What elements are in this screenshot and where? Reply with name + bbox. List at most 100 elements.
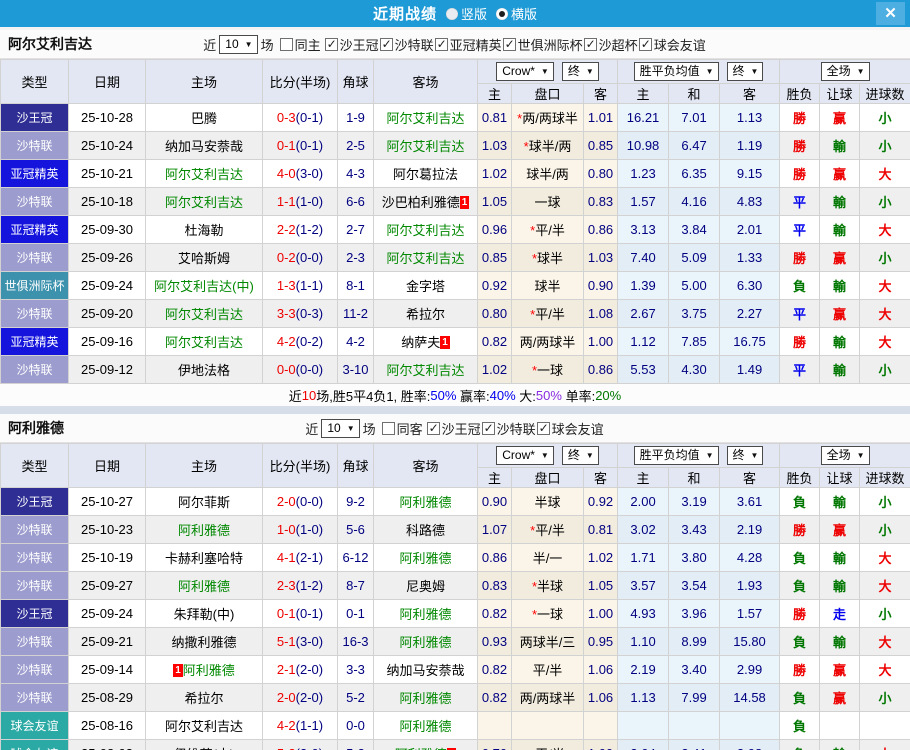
sub-column-header: 和 (668, 83, 721, 104)
competition-checkbox[interactable]: 沙王冠 (426, 419, 481, 438)
odds-company-select[interactable]: Crow* ▼ (496, 446, 554, 465)
same-venue-checkbox[interactable]: 同客 (381, 419, 423, 438)
chevron-down-icon: ▼ (244, 39, 253, 49)
result-goals-cell: 小 (859, 355, 910, 384)
competition-checkbox[interactable]: 世俱洲际杯 (502, 35, 583, 54)
sections-container: 阿尔艾利吉达近10▼场同主沙王冠沙特联亚冠精英世俱洲际杯沙超杯球会友谊类型日期主… (0, 30, 910, 750)
avg-home-cell: 3.04 (617, 739, 670, 750)
table-row: 沙特联 25-09-26 艾哈斯姆 0-2(0-0) 2-3 阿尔艾利吉达 0.85 *球半 1… (0, 243, 910, 272)
matches-count-select[interactable]: 10 ▼ (321, 418, 360, 438)
handicap-cell: 两/两球半 (511, 327, 584, 356)
halftime-score: (0-2) (295, 334, 324, 349)
odds-time-select[interactable]: 终 ▼ (561, 446, 599, 465)
dropdown-group: Crow* ▼ 终 ▼ (479, 446, 617, 465)
handicap-cell: *平/半 (511, 739, 584, 750)
column-header: 比分(半场) (262, 59, 338, 104)
competition-checkbox[interactable]: 沙特联 (379, 35, 434, 54)
same-venue-checkbox[interactable]: 同主 (279, 35, 321, 54)
away-team-cell: 阿利雅德 (373, 627, 478, 656)
competition-checkbox-label: 沙超杯 (598, 37, 638, 53)
odds-away-cell: 1.08 (582, 299, 619, 328)
type-badge: 沙特联 (0, 543, 69, 572)
avg-home-cell: 3.02 (617, 515, 670, 544)
halftime-score: (0-1) (295, 138, 324, 153)
layout-radio-horizontal[interactable]: 横版 (496, 4, 537, 23)
score-cell: 2-0(2-0) (262, 683, 338, 712)
halftime-score: (0-0) (295, 250, 324, 265)
odds-home-cell (477, 711, 512, 740)
corner-cell: 2-5 (337, 131, 374, 160)
home-team-name: 阿利雅德 (177, 523, 230, 538)
team-section: 阿尔艾利吉达近10▼场同主沙王冠沙特联亚冠精英世俱洲际杯沙超杯球会友谊类型日期主… (0, 30, 910, 406)
date-cell: 25-09-26 (68, 243, 146, 272)
home-team-name: 阿尔艾利吉达 (164, 167, 243, 182)
competition-checkbox[interactable]: 球会友谊 (638, 35, 706, 54)
avg-type-select[interactable]: 胜平负均值 ▼ (633, 62, 719, 81)
odds-away-cell: 0.90 (582, 271, 619, 300)
result-handicap-cell: 赢 (819, 515, 861, 544)
avg-draw-cell: 5.09 (668, 243, 721, 272)
odds-home-cell: 0.82 (477, 655, 512, 684)
avg-time-select[interactable]: 终 ▼ (726, 62, 764, 81)
checkbox-icon (279, 37, 293, 51)
table-row: 亚冠精英 25-09-30 杜海勒 2-2(1-2) 2-7 阿尔艾利吉达 0.96 *平/半… (0, 215, 910, 244)
fulltime-score: 2-2 (276, 222, 296, 237)
fulltime-score: 4-1 (276, 550, 296, 565)
fulltime-score: 3-3 (276, 306, 296, 321)
score-cell: 5-1(3-0) (262, 627, 338, 656)
score-cell: 3-3(0-3) (262, 299, 338, 328)
live-odds-star: * (531, 607, 538, 622)
away-team-name: 金字塔 (405, 279, 445, 294)
competition-checkbox[interactable]: 沙特联 (481, 419, 536, 438)
competition-checkbox-label: 球会友谊 (653, 37, 706, 53)
score-cell: 0-2(0-0) (262, 243, 338, 272)
odds-home-cell: 0.81 (477, 103, 512, 132)
away-team-cell: 金字塔 (373, 271, 478, 300)
scope-select[interactable]: 全场 ▼ (820, 446, 870, 465)
corner-cell: 3-10 (337, 355, 374, 384)
competition-checkbox-label: 沙王冠 (441, 421, 481, 437)
avg-away-cell: 3.61 (719, 487, 781, 516)
type-badge: 亚冠精英 (0, 159, 69, 188)
away-team-name: 阿尔艾利吉达 (386, 251, 465, 266)
corner-cell: 6-6 (337, 187, 374, 216)
odds-time-select[interactable]: 终 ▼ (561, 62, 599, 81)
competition-checkbox[interactable]: 球会友谊 (536, 419, 604, 438)
checkbox-icon (502, 37, 516, 52)
result-wdl-cell: 平 (779, 215, 821, 244)
away-team-cell: 沙巴柏利雅德 1 (373, 187, 478, 216)
odds-company-select[interactable]: Crow* ▼ (496, 62, 554, 81)
date-cell: 25-10-19 (68, 543, 146, 572)
handicap-cell: *平/半 (511, 299, 584, 328)
home-team-name: 杜海勒 (184, 223, 224, 238)
team-name: 阿尔艾利吉达 (8, 36, 92, 52)
odds-home-cell: 1.05 (477, 187, 512, 216)
layout-radio-vertical[interactable]: 竖版 (445, 4, 487, 23)
scope-select[interactable]: 全场 ▼ (820, 62, 870, 81)
halftime-score: (1-2) (295, 578, 324, 593)
fulltime-score: 1-1 (276, 194, 296, 209)
competition-checkbox[interactable]: 亚冠精英 (434, 35, 502, 54)
type-badge: 沙特联 (0, 299, 69, 328)
odds-away-cell: 0.85 (582, 131, 619, 160)
avg-type-select[interactable]: 胜平负均值 ▼ (633, 446, 719, 465)
matches-count-select[interactable]: 10 ▼ (219, 34, 258, 54)
avg-time-select[interactable]: 终 ▼ (726, 446, 764, 465)
date-cell: 25-10-24 (68, 131, 146, 160)
sub-column-header: 客 (719, 467, 781, 488)
sub-column-header: 客 (719, 83, 781, 104)
home-team-cell: 朱拜勒(中) (145, 599, 263, 628)
halftime-score: (2-1) (295, 550, 324, 565)
result-handicap-cell: 輸 (819, 187, 861, 216)
column-header: 类型 (0, 59, 69, 104)
halftime-score: (1-0) (295, 522, 324, 537)
competition-checkbox[interactable]: 沙王冠 (324, 35, 379, 54)
avg-type-select-value: 胜平负均值 (639, 64, 700, 78)
close-button[interactable]: ✕ (876, 2, 905, 25)
handicap-cell: 半球 (511, 487, 584, 516)
type-badge: 沙特联 (0, 187, 69, 216)
fulltime-score: 1-3 (276, 278, 296, 293)
competition-checkbox[interactable]: 沙超杯 (583, 35, 638, 54)
result-handicap-cell: 輸 (819, 215, 861, 244)
fulltime-score: 4-2 (276, 334, 296, 349)
